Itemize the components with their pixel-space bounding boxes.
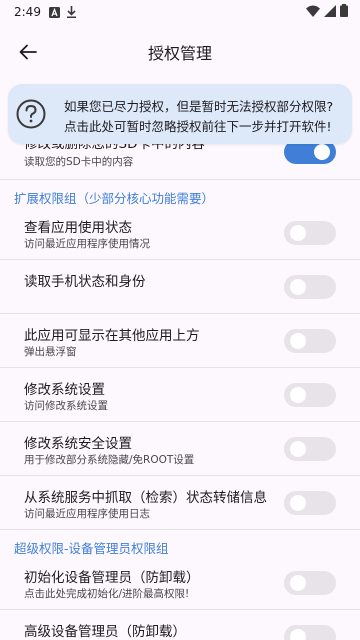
- permission-subtitle: 访问修改系统设置: [24, 400, 108, 412]
- permission-item-advanced-device-admin[interactable]: 高级设备管理员（防卸载）: [0, 610, 360, 640]
- app-bar: 授权管理: [0, 24, 360, 80]
- permission-toggle-advanced-device-admin[interactable]: [284, 625, 336, 640]
- permission-subtitle: 用于修改部分系统隐藏/免ROOT设置: [24, 454, 195, 466]
- permission-title: 修改系统设置: [24, 382, 105, 398]
- help-circle-icon: [16, 99, 46, 129]
- toggle-knob: [314, 144, 330, 160]
- status-bar: 2:49: [0, 0, 360, 24]
- permission-toggle-dump[interactable]: [284, 491, 336, 515]
- arrow-back-icon: [19, 44, 37, 60]
- toggle-knob: [290, 575, 306, 591]
- permission-list[interactable]: 修改或删除您的SD卡中的内容 读取您的SD卡中的内容 扩展权限组（少部分核心功能…: [0, 80, 360, 640]
- banner-text-line1: 如果您已尽力授权，但是暂时无法授权部分权限?: [64, 99, 334, 114]
- permission-item-overlay[interactable]: 此应用可显示在其他应用上方 弹出悬浮窗: [0, 314, 360, 368]
- permission-item-phone-state[interactable]: 读取手机状态和身份: [0, 260, 360, 314]
- permission-subtitle: 访问最近应用程序使用日志: [24, 508, 150, 520]
- toggle-knob: [290, 279, 306, 295]
- toggle-knob: [290, 441, 306, 457]
- toggle-knob: [290, 495, 306, 511]
- toggle-knob: [290, 225, 306, 241]
- permission-item-device-admin[interactable]: 初始化设备管理员（防卸载） 点击此处完成初始化/进阶最高权限!: [0, 556, 360, 610]
- skip-authorization-banner[interactable]: 如果您已尽力授权，但是暂时无法授权部分权限? 点击此处可暂时忽略授权前往下一步并…: [8, 84, 352, 144]
- wifi-icon: [306, 5, 320, 20]
- battery-icon: [340, 4, 348, 20]
- permission-item-dump[interactable]: 从系统服务中抓取（检索）状态转储信息 访问最近应用程序使用日志: [0, 476, 360, 530]
- permission-subtitle: 读取您的SD卡中的内容: [24, 156, 134, 168]
- permission-toggle-usage-stats[interactable]: [284, 221, 336, 245]
- section-header-extended: 扩展权限组（少部分核心功能需要）: [14, 191, 215, 206]
- permission-title: 修改系统安全设置: [24, 436, 132, 452]
- download-icon: [66, 6, 77, 18]
- permission-title: 查看应用使用状态: [24, 220, 132, 236]
- section-header-super: 超级权限-设备管理员权限组: [14, 541, 169, 556]
- permission-title: 高级设备管理员（防卸载）: [24, 624, 186, 640]
- notification-a-icon: [48, 6, 60, 18]
- toggle-knob: [290, 333, 306, 349]
- permission-toggle-write-settings[interactable]: [284, 383, 336, 407]
- toggle-knob: [290, 387, 306, 403]
- signal-icon: [324, 4, 336, 20]
- permission-title: 从系统服务中抓取（检索）状态转储信息: [24, 490, 267, 506]
- banner-text-line2: 点击此处可暂时忽略授权前往下一步并打开软件!: [64, 119, 332, 134]
- page-title: 授权管理: [147, 44, 212, 63]
- permission-title: 此应用可显示在其他应用上方: [24, 328, 200, 344]
- permission-item-usage-stats[interactable]: 查看应用使用状态 访问最近应用程序使用情况: [0, 206, 360, 260]
- permission-title: 读取手机状态和身份: [24, 274, 146, 290]
- permission-toggle-phone-state[interactable]: [284, 275, 336, 299]
- permission-subtitle: 弹出悬浮窗: [24, 346, 77, 358]
- status-time: 2:49: [14, 5, 41, 19]
- permission-item-secure-settings[interactable]: 修改系统安全设置 用于修改部分系统隐藏/免ROOT设置: [0, 422, 360, 476]
- permission-subtitle: 点击此处完成初始化/进阶最高权限!: [24, 588, 190, 600]
- permission-toggle-device-admin[interactable]: [284, 571, 336, 595]
- toggle-knob: [290, 629, 306, 640]
- permission-item-write-settings[interactable]: 修改系统设置 访问修改系统设置: [0, 368, 360, 422]
- permission-title: 初始化设备管理员（防卸载）: [24, 570, 200, 586]
- permission-subtitle: 访问最近应用程序使用情况: [24, 238, 150, 250]
- back-button[interactable]: [4, 28, 52, 76]
- permission-toggle-secure-settings[interactable]: [284, 437, 336, 461]
- permission-toggle-overlay[interactable]: [284, 329, 336, 353]
